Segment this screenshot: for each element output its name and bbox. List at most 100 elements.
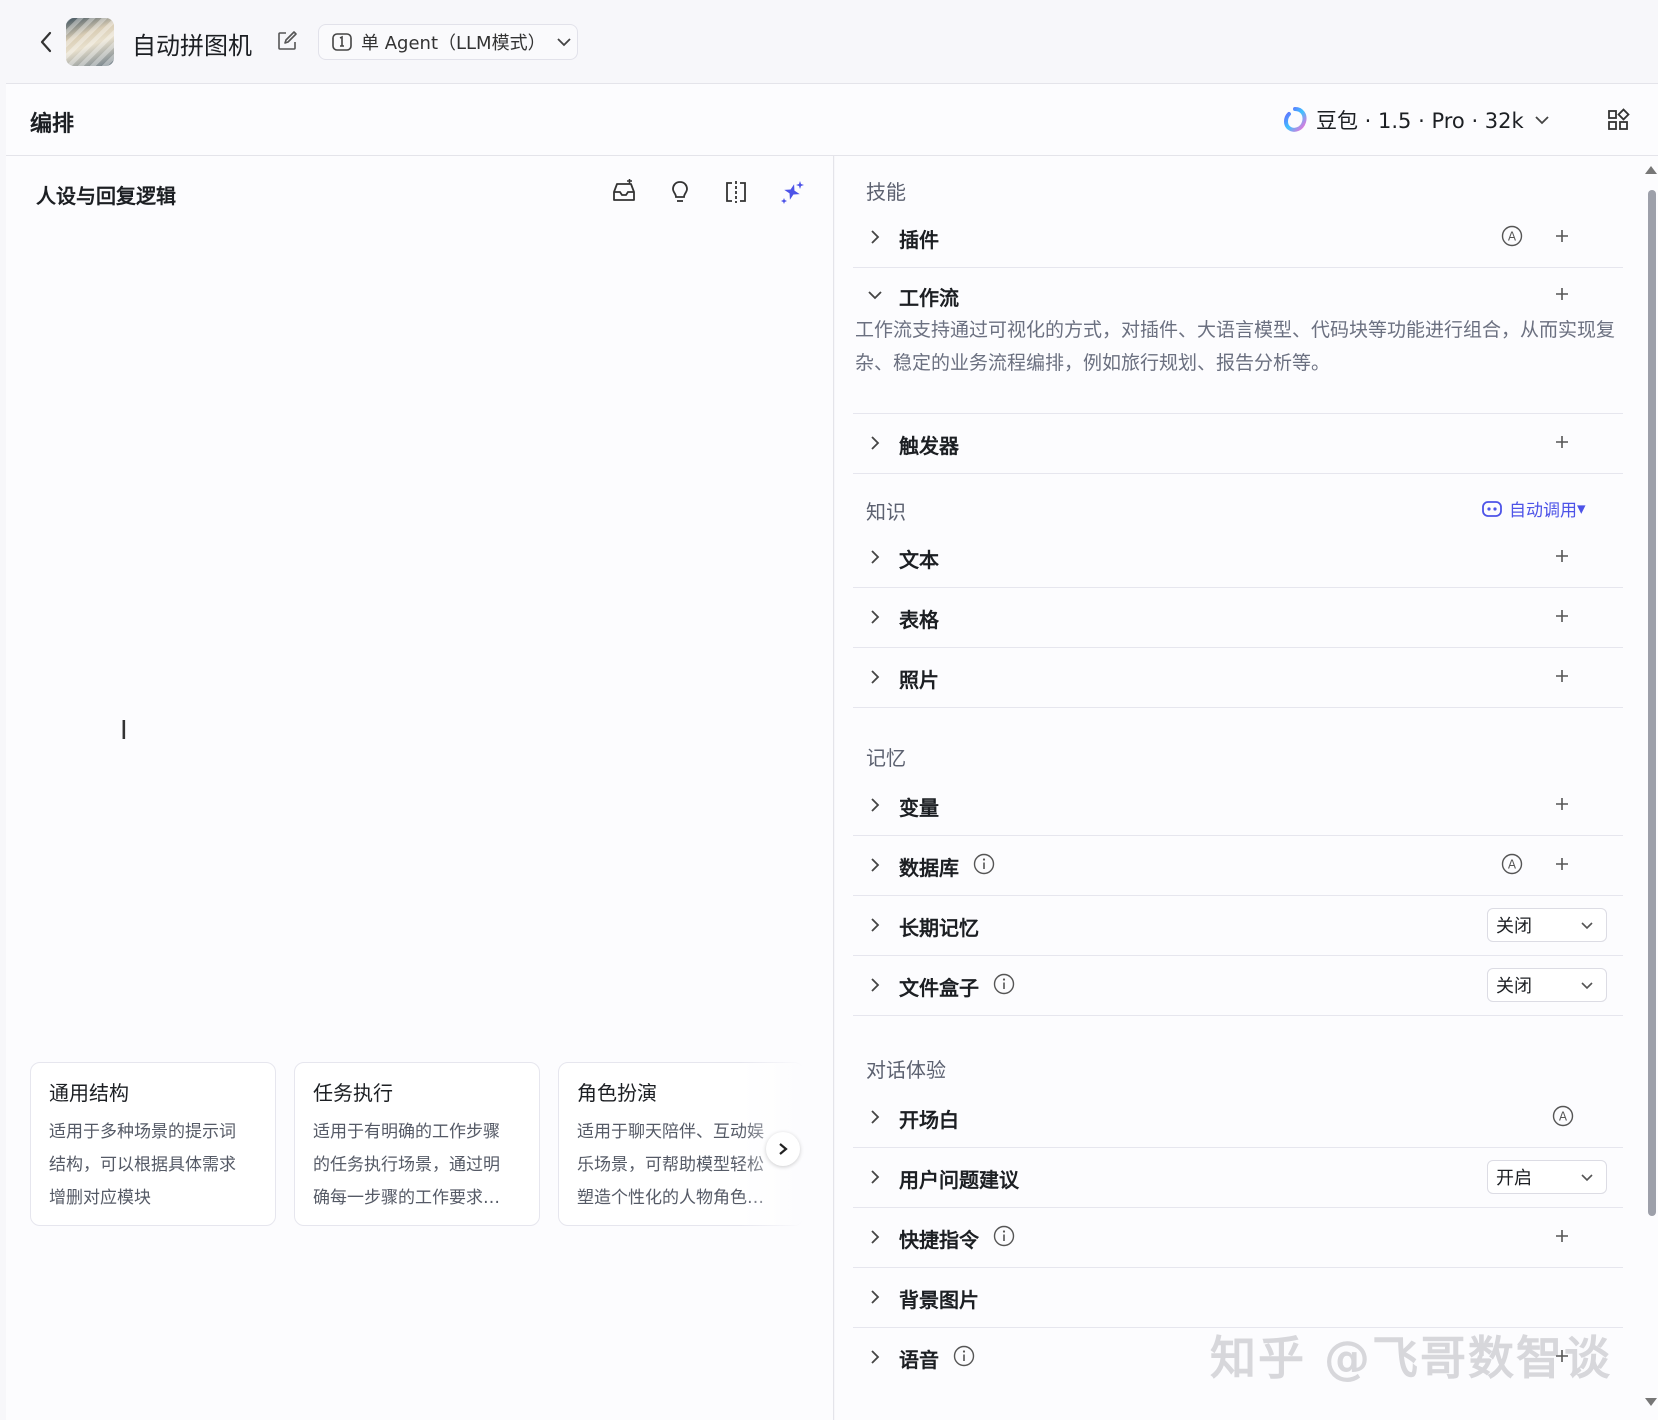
section-memory-title: 记忆 — [866, 746, 906, 770]
add-icon[interactable] — [1550, 792, 1574, 816]
chevron-right-icon — [871, 1350, 880, 1364]
memory-variable-row[interactable]: 变量 — [853, 776, 1623, 836]
auto-mode-a-icon[interactable]: A — [1501, 225, 1523, 247]
svg-text:A: A — [1508, 858, 1517, 872]
robot-icon — [1482, 500, 1502, 517]
template-card-title: 通用结构 — [49, 1081, 129, 1105]
doubao-logo-icon — [1284, 107, 1307, 132]
memory-long-term-row[interactable]: 长期记忆 关闭 — [853, 896, 1623, 956]
chevron-right-icon — [871, 918, 880, 932]
select-value: 开启 — [1496, 1168, 1532, 1189]
chevron-right-icon — [871, 858, 880, 872]
row-label: 语音 — [899, 1348, 939, 1372]
long-term-memory-select[interactable]: 关闭 — [1487, 908, 1607, 942]
agent-mode-label: 单 Agent（LLM模式） — [361, 33, 546, 54]
memory-filebox-row[interactable]: 文件盒子 关闭 — [853, 956, 1623, 1016]
knowledge-photo-row[interactable]: 照片 — [853, 648, 1623, 708]
add-icon[interactable] — [1550, 852, 1574, 876]
knowledge-text-row[interactable]: 文本 — [853, 528, 1623, 588]
row-label: 触发器 — [899, 434, 959, 458]
skill-plugin-row[interactable]: 插件 A — [853, 208, 1623, 268]
chevron-right-icon — [871, 230, 880, 244]
section-knowledge-title: 知识 — [866, 500, 906, 524]
chevron-down-icon[interactable] — [867, 287, 883, 303]
info-icon[interactable] — [993, 973, 1015, 995]
template-card[interactable]: 通用结构 适用于多种场景的提示词 结构，可以根据具体需求 增删对应模块 — [30, 1062, 276, 1226]
dialog-suggestion-row[interactable]: 用户问题建议 开启 — [853, 1148, 1623, 1208]
row-label: 长期记忆 — [899, 916, 979, 940]
scroll-up-arrow[interactable] — [1645, 166, 1657, 174]
svg-text:A: A — [1559, 1110, 1568, 1124]
capabilities-panel: 技能 插件 A 工作流 工作流支持通过可视化的方式，对插件、大语言模型、代码块等… — [835, 156, 1658, 1420]
svg-text:A: A — [1508, 230, 1517, 244]
section-dialog-title: 对话体验 — [866, 1058, 946, 1082]
row-label: 表格 — [899, 608, 939, 632]
row-label: 快捷指令 — [899, 1228, 979, 1252]
chevron-right-icon — [871, 610, 880, 624]
add-icon[interactable] — [1550, 282, 1574, 306]
dialog-opening-row[interactable]: 开场白 A — [853, 1088, 1623, 1148]
auto-invoke-select[interactable]: 自动调用 ▾ — [1481, 496, 1586, 521]
ai-optimize-sparkle-icon[interactable] — [778, 178, 806, 206]
orchestration-bar: 编排 豆包 · 1.5 · Pro · 32k — [6, 84, 1658, 156]
back-icon[interactable] — [34, 28, 58, 56]
section-skills-title: 技能 — [866, 180, 906, 204]
select-value: 关闭 — [1496, 976, 1532, 997]
app-name: 自动拼图机 — [132, 32, 252, 60]
persona-title: 人设与回复逻辑 — [36, 184, 176, 208]
page-title: 编排 — [30, 112, 75, 137]
suggestion-select[interactable]: 开启 — [1487, 1160, 1607, 1194]
edit-icon[interactable] — [276, 30, 298, 52]
memory-database-row[interactable]: 数据库 A — [853, 836, 1623, 896]
app-avatar — [66, 18, 114, 66]
add-icon[interactable] — [1550, 430, 1574, 454]
chevron-right-icon — [871, 550, 880, 564]
prompt-library-icon[interactable] — [610, 178, 638, 206]
add-icon[interactable] — [1550, 664, 1574, 688]
text-cursor: I — [120, 716, 128, 746]
info-icon[interactable] — [973, 853, 995, 875]
row-label: 用户问题建议 — [899, 1168, 1019, 1192]
row-label: 开场白 — [899, 1108, 959, 1132]
row-label: 文本 — [899, 548, 939, 572]
scrollbar-thumb[interactable] — [1648, 190, 1656, 1216]
info-icon[interactable] — [993, 1225, 1015, 1247]
chevron-down-icon — [556, 38, 571, 47]
add-icon[interactable] — [1550, 224, 1574, 248]
dialog-background-row[interactable]: 背景图片 — [853, 1268, 1623, 1328]
info-icon[interactable] — [953, 1345, 975, 1367]
add-icon[interactable] — [1550, 604, 1574, 628]
scroll-down-arrow[interactable] — [1645, 1398, 1657, 1406]
row-label[interactable]: 工作流 — [899, 282, 959, 311]
split-view-icon[interactable] — [722, 178, 750, 206]
agent-mode-select[interactable]: 单 Agent（LLM模式） — [318, 24, 578, 60]
chevron-right-icon — [871, 436, 880, 450]
chevron-right-icon — [871, 1290, 880, 1304]
lightbulb-icon[interactable] — [666, 178, 694, 206]
add-icon[interactable] — [1550, 544, 1574, 568]
model-select[interactable]: 豆包 · 1.5 · Pro · 32k — [1282, 104, 1550, 136]
workflow-description: 工作流支持通过可视化的方式，对插件、大语言模型、代码块等功能进行组合，从而实现复… — [855, 319, 1616, 374]
chevron-right-icon — [871, 1230, 880, 1244]
row-label: 背景图片 — [899, 1288, 979, 1312]
chevron-right-icon — [871, 978, 880, 992]
top-bar: 自动拼图机 单 Agent（LLM模式） — [6, 0, 1658, 84]
layout-grid-icon[interactable] — [1606, 108, 1630, 132]
chevron-right-icon — [871, 670, 880, 684]
skill-trigger-row[interactable]: 触发器 — [853, 414, 1623, 474]
chevron-right-icon[interactable] — [766, 1132, 800, 1166]
template-card-desc: 适用于有明确的工作步骤 的任务执行场景，通过明 确每一步骤的工作要求… — [313, 1122, 500, 1208]
row-label: 变量 — [899, 796, 939, 820]
dialog-shortcut-row[interactable]: 快捷指令 — [853, 1208, 1623, 1268]
auto-mode-a-icon[interactable]: A — [1501, 853, 1523, 875]
add-icon[interactable] — [1550, 1224, 1574, 1248]
auto-mode-a-icon[interactable]: A — [1552, 1105, 1574, 1127]
select-value: 关闭 — [1496, 916, 1532, 937]
chevron-right-icon — [871, 798, 880, 812]
knowledge-table-row[interactable]: 表格 — [853, 588, 1623, 648]
template-card[interactable]: 任务执行 适用于有明确的工作步骤 的任务执行场景，通过明 确每一步骤的工作要求… — [294, 1062, 540, 1226]
filebox-select[interactable]: 关闭 — [1487, 968, 1607, 1002]
row-label: 照片 — [899, 668, 939, 692]
chevron-down-icon — [1535, 116, 1549, 125]
row-label: 插件 — [899, 228, 939, 252]
